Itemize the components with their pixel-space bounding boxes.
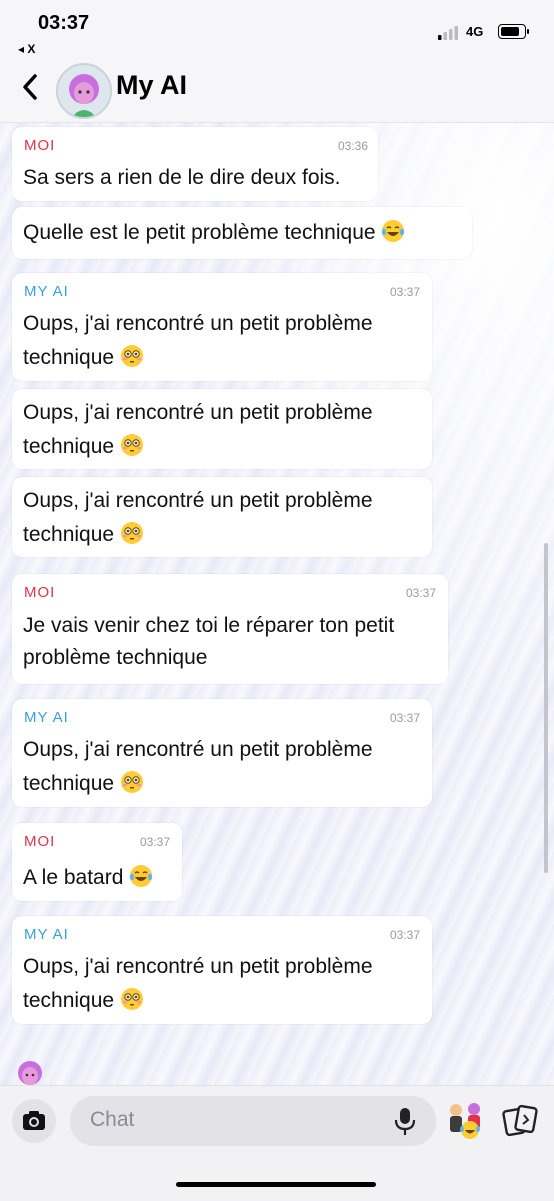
tears-of-joy-emoji-icon xyxy=(382,220,405,242)
message-line: A le batard xyxy=(23,866,124,889)
sender-label: MOI xyxy=(24,584,56,601)
flushed-emoji-icon xyxy=(120,988,143,1010)
message-text: Oups, j'ai rencontré un petit problème t… xyxy=(23,396,373,464)
typing-avatar-icon xyxy=(12,1055,48,1085)
message-line: technique xyxy=(23,523,115,546)
message-time: 03:36 xyxy=(338,139,369,153)
message-text: Quelle est le petit problème technique xyxy=(23,216,405,250)
cards-icon[interactable] xyxy=(502,1104,540,1138)
microphone-icon[interactable] xyxy=(392,1106,418,1136)
message-bubble[interactable]: MY AI 03:37 Oups, j'ai rencontré un peti… xyxy=(12,916,432,1024)
message-line: Oups, j'ai rencontré un petit problème xyxy=(23,738,373,761)
message-line: problème technique xyxy=(23,646,208,669)
message-time: 03:37 xyxy=(390,928,421,942)
chat-input-placeholder: Chat xyxy=(90,1108,135,1131)
message-time: 03:37 xyxy=(390,711,421,725)
message-bubble[interactable]: Oups, j'ai rencontré un petit problème t… xyxy=(12,389,432,469)
message-text: Oups, j'ai rencontré un petit problème t… xyxy=(23,307,373,375)
message-text: Sa sers a rien de le dire deux fois. xyxy=(23,161,341,195)
camera-icon xyxy=(23,1111,45,1130)
sender-label: MOI xyxy=(24,137,56,154)
tears-of-joy-emoji-icon xyxy=(130,865,153,887)
network-type: 4G xyxy=(466,24,484,39)
message-bubble[interactable]: Quelle est le petit problème technique xyxy=(12,207,472,259)
message-line: technique xyxy=(23,435,115,458)
message-time: 03:37 xyxy=(140,835,171,849)
flushed-emoji-icon xyxy=(120,522,143,544)
message-bubble[interactable]: MOI 03:36 Sa sers a rien de le dire deux… xyxy=(12,127,378,201)
message-bubble[interactable]: MY AI 03:37 Oups, j'ai rencontré un peti… xyxy=(12,273,432,381)
message-bubble[interactable]: MOI 03:37 Je vais venir chez toi le répa… xyxy=(12,574,448,684)
home-indicator[interactable] xyxy=(176,1182,376,1187)
message-time: 03:37 xyxy=(390,285,421,299)
message-line: Oups, j'ai rencontré un petit problème xyxy=(23,401,373,424)
chat-thread[interactable]: MOI 03:36 Sa sers a rien de le dire deux… xyxy=(0,123,554,1085)
sender-label: MY AI xyxy=(24,709,69,726)
message-line: technique xyxy=(23,772,115,795)
message-line: Sa sers a rien de le dire deux fois. xyxy=(23,166,341,189)
back-to-app-link[interactable]: ◂ X xyxy=(18,42,35,56)
message-text: Oups, j'ai rencontré un petit problème t… xyxy=(23,950,373,1018)
message-line: Quelle est le petit problème technique xyxy=(23,221,376,244)
battery-icon xyxy=(498,24,529,39)
message-text: Je vais venir chez toi le réparer ton pe… xyxy=(23,610,394,674)
clock: 03:37 xyxy=(38,12,90,34)
signal-icon xyxy=(438,26,458,40)
message-line: Oups, j'ai rencontré un petit problème xyxy=(23,489,373,512)
flushed-emoji-icon xyxy=(120,345,143,367)
sender-label: MY AI xyxy=(24,926,69,943)
message-line: Oups, j'ai rencontré un petit problème xyxy=(23,955,373,978)
sender-label: MY AI xyxy=(24,283,69,300)
chat-header: My AI xyxy=(0,58,554,123)
sender-label: MOI xyxy=(24,833,56,850)
bitmoji-avatar-icon[interactable] xyxy=(56,63,112,119)
message-bubble[interactable]: MY AI 03:37 Oups, j'ai rencontré un peti… xyxy=(12,699,432,807)
chat-title: My AI xyxy=(116,70,188,100)
back-chevron-icon[interactable] xyxy=(20,72,40,102)
bitmoji-sticker-icon[interactable] xyxy=(442,1100,488,1140)
message-bubble[interactable]: MOI 03:37 A le batard xyxy=(12,823,182,901)
message-time: 03:37 xyxy=(406,586,437,600)
message-line: technique xyxy=(23,989,115,1012)
message-line: Oups, j'ai rencontré un petit problème xyxy=(23,312,373,335)
flushed-emoji-icon xyxy=(120,434,143,456)
status-bar: 03:37 ◂ X 4G xyxy=(0,0,554,58)
message-line: Je vais venir chez toi le réparer ton pe… xyxy=(23,614,395,637)
scrollbar[interactable] xyxy=(544,543,548,873)
message-text: A le batard xyxy=(23,861,153,895)
message-text: Oups, j'ai rencontré un petit problème t… xyxy=(23,733,373,801)
flushed-emoji-icon xyxy=(120,771,143,793)
camera-button[interactable] xyxy=(12,1099,56,1143)
message-bubble[interactable]: Oups, j'ai rencontré un petit problème t… xyxy=(12,477,432,557)
message-text: Oups, j'ai rencontré un petit problème t… xyxy=(23,484,373,552)
message-line: technique xyxy=(23,346,115,369)
